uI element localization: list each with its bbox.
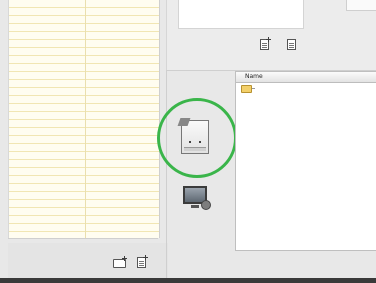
left-panel-bottom-edge <box>8 238 158 239</box>
list-row[interactable] <box>9 56 159 64</box>
folder-expand-marker <box>252 88 255 89</box>
list-row[interactable] <box>9 128 159 136</box>
new-document-icon[interactable] <box>260 39 269 50</box>
list-row[interactable] <box>9 104 159 112</box>
list-row[interactable] <box>9 32 159 40</box>
folder-icon <box>241 85 252 93</box>
monitor-stand <box>191 205 199 208</box>
list-row[interactable] <box>9 112 159 120</box>
list-row[interactable] <box>9 216 159 224</box>
panel-divider <box>166 70 167 278</box>
new-folder-icon[interactable] <box>113 259 126 268</box>
list-row[interactable] <box>9 8 159 16</box>
left-list-panel[interactable] <box>8 0 160 238</box>
list-row[interactable] <box>9 16 159 24</box>
list-item[interactable] <box>236 83 376 93</box>
list-row[interactable] <box>9 40 159 48</box>
monitor-icon[interactable] <box>183 186 211 210</box>
list-row[interactable] <box>9 184 159 192</box>
column-divider <box>85 0 86 238</box>
drive-tab <box>177 118 191 126</box>
list-row[interactable] <box>9 80 159 88</box>
top-preview-box <box>178 0 304 29</box>
name-column-header[interactable]: Name <box>245 72 263 82</box>
list-row[interactable] <box>9 208 159 216</box>
list-row[interactable] <box>9 120 159 128</box>
list-row[interactable] <box>9 0 159 8</box>
file-browser[interactable]: Name <box>235 71 376 251</box>
list-row[interactable] <box>9 144 159 152</box>
list-row[interactable] <box>9 168 159 176</box>
list-row[interactable] <box>9 224 159 232</box>
drive-base <box>184 147 206 151</box>
list-row[interactable] <box>9 96 159 104</box>
monitor-badge-icon <box>201 200 211 210</box>
drive-icon[interactable] <box>177 118 209 154</box>
drive-dot-left <box>189 141 191 143</box>
drive-dot-right <box>199 141 201 143</box>
list-row[interactable] <box>9 160 159 168</box>
list-row[interactable] <box>9 72 159 80</box>
list-row[interactable] <box>9 48 159 56</box>
browser-header[interactable]: Name <box>236 72 376 83</box>
list-row[interactable] <box>9 88 159 96</box>
document-list-icon[interactable] <box>287 39 296 50</box>
bottom-edge <box>0 278 376 283</box>
panel-divider-top <box>166 0 167 70</box>
list-row[interactable] <box>9 200 159 208</box>
list-row[interactable] <box>9 192 159 200</box>
top-right-strip <box>346 0 376 11</box>
list-row[interactable] <box>9 176 159 184</box>
list-row[interactable] <box>9 24 159 32</box>
list-row[interactable] <box>9 136 159 144</box>
new-document-icon[interactable] <box>137 257 146 268</box>
list-row[interactable] <box>9 152 159 160</box>
list-row[interactable] <box>9 64 159 72</box>
left-list-rows <box>9 0 159 238</box>
